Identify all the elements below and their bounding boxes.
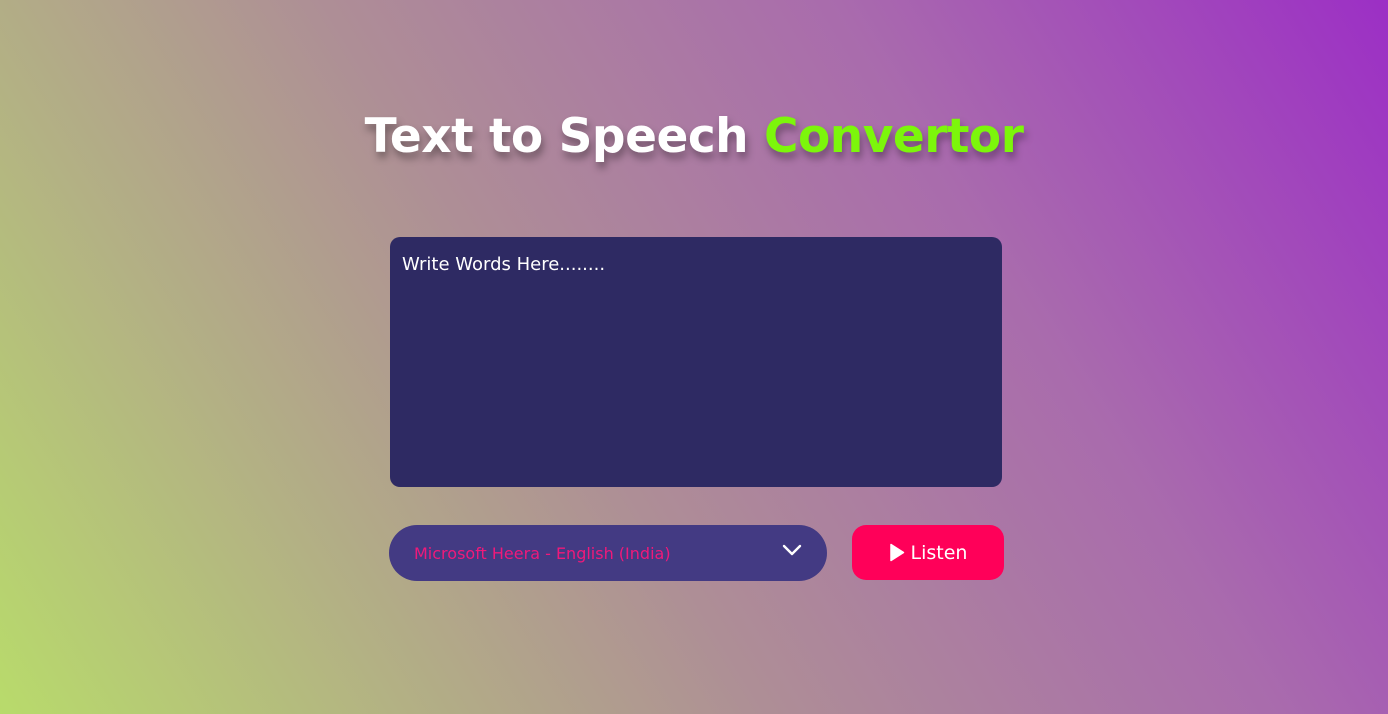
voice-select[interactable]: Microsoft Heera - English (India) xyxy=(389,525,827,581)
play-icon xyxy=(889,543,907,563)
chevron-down-icon xyxy=(782,543,802,557)
speech-text-input[interactable] xyxy=(390,237,1002,487)
page-title: Text to Speech Convertor xyxy=(0,104,1388,170)
title-main: Text to Speech xyxy=(364,109,749,164)
listen-button[interactable]: Listen xyxy=(852,525,1004,580)
title-accent: Convertor xyxy=(764,109,1024,164)
listen-button-label: Listen xyxy=(910,541,968,564)
voice-select-value: Microsoft Heera - English (India) xyxy=(414,543,671,563)
